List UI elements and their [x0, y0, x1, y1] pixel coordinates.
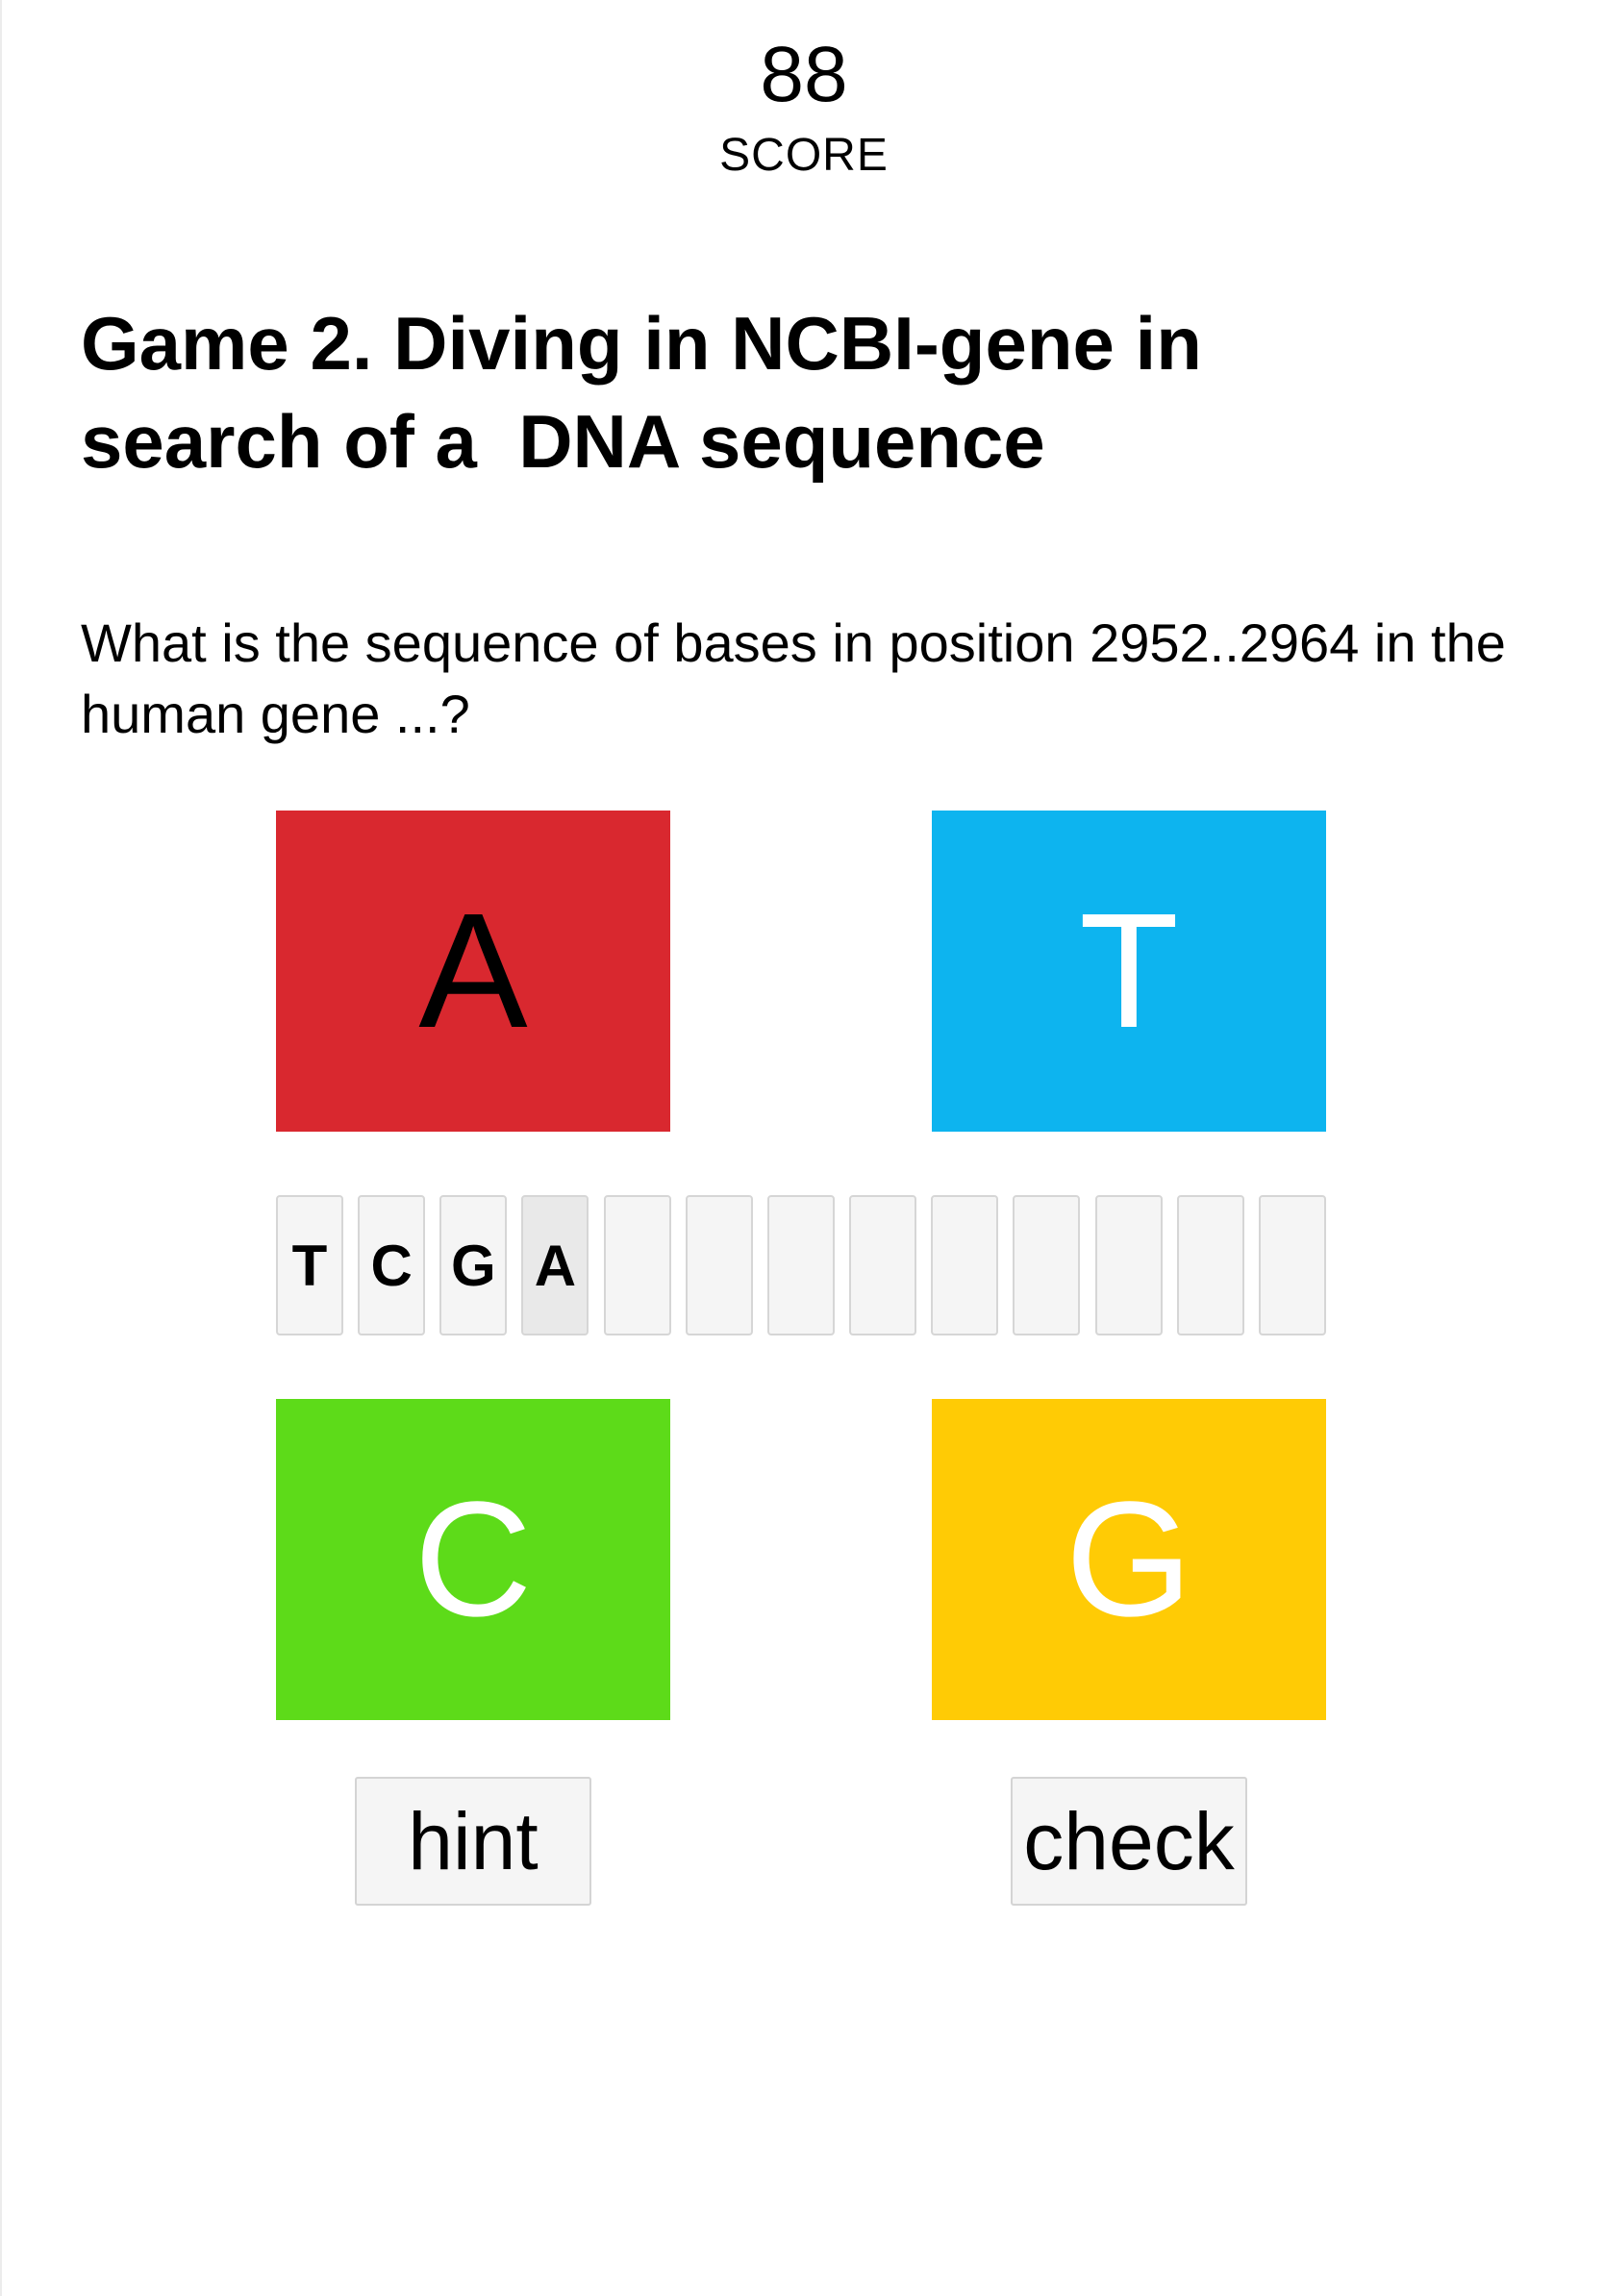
sequence-slot[interactable] [1258, 1195, 1326, 1335]
base-tile-t[interactable]: T [932, 811, 1326, 1132]
sequence-slot[interactable] [931, 1195, 999, 1335]
sequence-slots: TCGA [276, 1195, 1326, 1337]
sequence-slot[interactable]: C [358, 1195, 426, 1335]
sequence-slot[interactable]: T [276, 1195, 343, 1335]
base-tile-g[interactable]: G [932, 1399, 1326, 1720]
base-tile-a[interactable]: A [276, 811, 670, 1132]
sequence-slot[interactable] [1013, 1195, 1081, 1335]
base-tile-c[interactable]: C [276, 1399, 670, 1720]
sequence-slot[interactable] [603, 1195, 671, 1335]
sequence-slot[interactable] [1176, 1195, 1244, 1335]
sequence-slot[interactable] [1094, 1195, 1163, 1335]
sequence-slot[interactable]: A [521, 1195, 589, 1335]
sequence-slot[interactable] [849, 1195, 917, 1335]
sequence-slot[interactable]: G [439, 1195, 508, 1335]
score-label: SCORE [719, 130, 889, 181]
score-value: 88 [760, 31, 848, 118]
check-button[interactable]: check [1011, 1777, 1247, 1906]
hint-button[interactable]: hint [355, 1777, 591, 1906]
sequence-slot[interactable] [766, 1195, 835, 1335]
sequence-slot[interactable] [685, 1195, 753, 1335]
question-text: What is the sequence of bases in positio… [81, 612, 1506, 744]
game-title: Game 2. Diving in NCBI-gene in search of… [81, 301, 1202, 484]
